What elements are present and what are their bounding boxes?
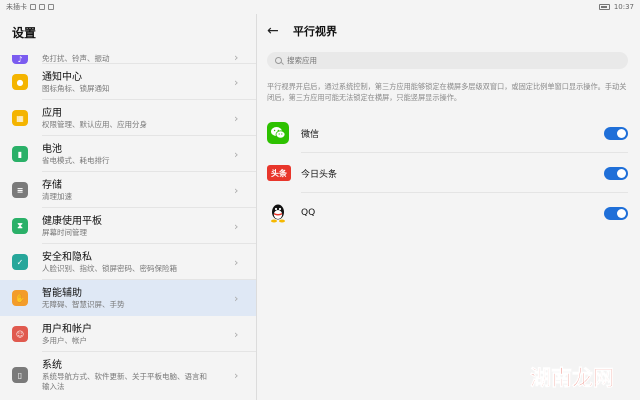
settings-item-label: 通知中心: [42, 71, 82, 83]
settings-list[interactable]: ♪ 免打扰、铃声、振动 › ● 通知中心 图标角标、锁屏通知 › ▦ 应用 权限…: [0, 48, 256, 400]
settings-title: 设置: [12, 26, 37, 40]
chevron-right-icon: ›: [234, 111, 239, 125]
battery-status-icon: [598, 4, 610, 10]
settings-item-label: 存储: [42, 179, 62, 191]
toutiao-icon: 头条: [267, 165, 291, 181]
chevron-right-icon: ›: [234, 75, 239, 89]
chat-icon: [48, 4, 54, 10]
carrier-text: 未插卡: [6, 3, 27, 11]
app-list: 微信 头条 今日头条 QQ: [257, 113, 640, 233]
toutiao-icon-text: 头条: [271, 168, 287, 178]
settings-item-sub: 屏幕时间管理: [42, 227, 87, 237]
settings-item-digital-balance[interactable]: ⧗ 健康使用平板 屏幕时间管理 ›: [0, 208, 256, 244]
chevron-right-icon: ›: [234, 147, 239, 161]
app-name: 今日头条: [301, 169, 338, 180]
settings-item-label: 健康使用平板: [42, 215, 102, 227]
bell-icon: ●: [12, 74, 28, 90]
settings-item-system[interactable]: ▯ 系统 系统导航方式、软件更新、关于平板电脑、语言和 输入法 ›: [0, 352, 256, 398]
user-icon: ☺: [12, 326, 28, 342]
settings-item-label: 安全和隐私: [42, 251, 92, 263]
settings-item-smart-assistance[interactable]: ✋ 智能辅助 无障碍、智慧识屏、手势 ›: [0, 280, 256, 316]
settings-item-sub: 权限管理、默认应用、应用分身: [42, 119, 147, 129]
settings-item-label: 电池: [42, 143, 62, 155]
qq-icon: [267, 202, 289, 224]
settings-item-sub: 多用户、帐户: [42, 335, 87, 345]
settings-item-sub: 清理加速: [42, 191, 72, 201]
status-bar: 未插卡 10:37: [0, 0, 640, 14]
sim-icon: [30, 4, 36, 10]
clock: 10:37: [613, 3, 634, 11]
settings-item-sub: 图标角标、锁屏通知: [42, 83, 110, 93]
settings-item-apps[interactable]: ▦ 应用 权限管理、默认应用、应用分身 ›: [0, 100, 256, 136]
chevron-right-icon: ›: [234, 327, 239, 341]
settings-panel: 设置 ♪ 免打扰、铃声、振动 › ● 通知中心 图标角标、锁屏通知 › ▦ 应用…: [0, 14, 256, 400]
settings-item-security[interactable]: ✓ 安全和隐私 人脸识别、指纹、锁屏密码、密码保险箱 ›: [0, 244, 256, 280]
app-row-qq[interactable]: QQ: [257, 193, 640, 233]
app-name: QQ: [301, 208, 316, 218]
hourglass-icon: ⧗: [12, 218, 28, 234]
chevron-right-icon: ›: [234, 183, 239, 197]
battery-icon: ▮: [12, 146, 28, 162]
settings-item-sub: 省电模式、耗电排行: [42, 155, 110, 165]
chevron-right-icon: ›: [234, 291, 239, 305]
settings-item-sub-cont: 输入法: [42, 381, 65, 391]
app-name: 微信: [301, 129, 320, 140]
sound-icon: ♪: [12, 55, 28, 64]
feature-description: 平行视界开启后，通过系统控制，第三方应用能够锁定在横屏多层级双窗口，或固定比例单…: [267, 82, 627, 102]
chevron-right-icon: ›: [234, 255, 239, 269]
wechat-icon: [267, 122, 289, 144]
watermark-logo: 湖南龙网: [530, 366, 615, 391]
system-icon: ▯: [12, 367, 28, 383]
settings-item-storage[interactable]: ≡ 存储 清理加速 ›: [0, 172, 256, 208]
settings-item-label: 系统: [42, 359, 62, 371]
apps-icon: ▦: [12, 110, 28, 126]
settings-item-sub: 无障碍、智慧识屏、手势: [42, 299, 125, 309]
settings-item-sub: 系统导航方式、软件更新、关于平板电脑、语言和: [42, 371, 207, 381]
detail-panel: ← 平行视界 平行视界开启后，通过系统控制，第三方应用能够锁定在横屏多层级双窗口…: [257, 14, 640, 400]
shield-icon: ✓: [12, 254, 28, 270]
app-row-wechat[interactable]: 微信: [257, 113, 640, 153]
parallel-view-toggle-qq[interactable]: [604, 206, 628, 220]
back-arrow-icon[interactable]: ←: [267, 23, 289, 39]
settings-item-label: 智能辅助: [42, 287, 82, 299]
settings-item-notifications[interactable]: ● 通知中心 图标角标、锁屏通知 ›: [0, 64, 256, 100]
chevron-right-icon: ›: [234, 368, 239, 382]
settings-item-label: 应用: [42, 107, 62, 119]
wifi-icon: [39, 4, 45, 10]
search-bar[interactable]: [267, 52, 628, 69]
hand-icon: ✋: [12, 290, 28, 306]
parallel-view-toggle-toutiao[interactable]: [604, 166, 628, 180]
search-input[interactable]: [287, 56, 587, 65]
app-row-toutiao[interactable]: 头条 今日头条: [257, 153, 640, 193]
storage-icon: ≡: [12, 182, 28, 198]
chevron-right-icon: ›: [234, 219, 239, 233]
search-icon: [275, 57, 282, 64]
parallel-view-toggle-wechat[interactable]: [604, 126, 628, 140]
settings-item-users[interactable]: ☺ 用户和帐户 多用户、帐户 ›: [0, 316, 256, 352]
page-title: 平行视界: [293, 25, 337, 38]
settings-item-battery[interactable]: ▮ 电池 省电模式、耗电排行 ›: [0, 136, 256, 172]
detail-header: ← 平行视界: [257, 14, 640, 48]
settings-item-label: 用户和帐户: [42, 323, 92, 335]
settings-item-sound[interactable]: ♪ 免打扰、铃声、振动 ›: [0, 48, 256, 64]
watermark-text: 湖南龙网: [530, 366, 614, 390]
settings-item-sub: 人脸识别、指纹、锁屏密码、密码保险箱: [42, 263, 177, 273]
